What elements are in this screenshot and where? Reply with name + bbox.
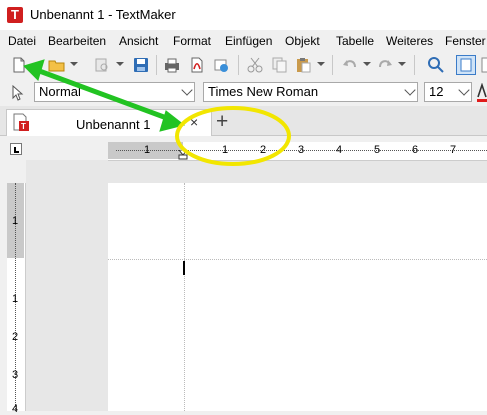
document-page[interactable]: [108, 183, 487, 411]
undo-dropdown-arrow[interactable]: [363, 62, 371, 66]
ruler-label: 3: [12, 369, 19, 381]
more-tools-icon[interactable]: [481, 56, 487, 74]
font-family-value: Times New Roman: [208, 84, 319, 99]
print-icon[interactable]: [163, 56, 181, 74]
textmaker-app-icon[interactable]: T: [7, 7, 23, 23]
ruler-label: 3: [298, 144, 305, 156]
ruler-label: 5: [374, 144, 381, 156]
toolbar-separator: [414, 55, 415, 75]
print-preview-icon[interactable]: [93, 56, 111, 74]
menu-weiteres[interactable]: Weiteres: [386, 34, 433, 48]
ruler-label: 6: [412, 144, 419, 156]
margin-guide: [108, 259, 487, 261]
paragraph-style-value: Normal: [39, 84, 81, 99]
app-icon-letter: T: [11, 7, 19, 22]
ruler-label: 1: [12, 293, 19, 305]
redo-dropdown-arrow[interactable]: [398, 62, 406, 66]
page-layout-icon[interactable]: [456, 55, 476, 75]
copy-icon[interactable]: [270, 56, 288, 74]
ruler-label: 1: [144, 144, 151, 156]
menu-tabelle[interactable]: Tabelle: [336, 34, 374, 48]
chevron-down-icon: [404, 84, 416, 96]
menu-datei[interactable]: Datei: [8, 34, 36, 48]
redo-icon[interactable]: [376, 56, 394, 74]
chevron-down-icon: [181, 84, 193, 96]
ruler-label: 1: [222, 144, 229, 156]
menu-einfuegen[interactable]: Einfügen: [225, 34, 272, 48]
menu-bearbeiten[interactable]: Bearbeiten: [48, 34, 106, 48]
toolbar-separator: [332, 55, 333, 75]
save-icon[interactable]: [132, 56, 150, 74]
paste-icon[interactable]: [294, 56, 312, 74]
vertical-ruler[interactable]: 1 1 2 3 4: [7, 183, 26, 415]
paste-dropdown-arrow[interactable]: [317, 62, 325, 66]
ruler-label: 4: [12, 403, 19, 415]
horizontal-ruler[interactable]: 1 1 2 3 4 5 6 7: [108, 142, 487, 161]
window-title: Unbenannt 1 - TextMaker: [30, 7, 176, 22]
toolbar-separator: [156, 55, 157, 75]
ruler-label: 2: [12, 331, 19, 343]
font-color-icon[interactable]: [477, 83, 487, 103]
font-size-value: 12: [429, 84, 444, 99]
undo-icon[interactable]: [341, 56, 359, 74]
ruler-label: 7: [450, 144, 457, 156]
new-document-icon[interactable]: [10, 56, 28, 74]
open-dropdown-arrow[interactable]: [70, 62, 78, 66]
ruler-label: 1: [12, 215, 19, 227]
toolbar-separator: [238, 55, 239, 75]
font-size-combo[interactable]: 12: [424, 82, 472, 102]
tab-close-button[interactable]: ×: [190, 114, 198, 130]
ruler-label: 2: [260, 144, 267, 156]
menu-format[interactable]: Format: [173, 34, 211, 48]
search-icon[interactable]: [427, 56, 445, 74]
tab-label: Unbenannt 1: [76, 117, 151, 132]
menu-fenster[interactable]: Fenster: [445, 34, 486, 48]
chevron-down-icon: [458, 84, 470, 96]
preview-dropdown-arrow[interactable]: [116, 62, 124, 66]
menu-ansicht[interactable]: Ansicht: [119, 34, 158, 48]
send-icon[interactable]: [212, 56, 230, 74]
pdf-export-icon[interactable]: [188, 56, 206, 74]
margin-guide: [184, 183, 186, 411]
open-folder-icon[interactable]: [48, 56, 66, 74]
menu-objekt[interactable]: Objekt: [285, 34, 320, 48]
tab-stop-selector[interactable]: [10, 143, 22, 155]
textmaker-document-icon: T: [13, 113, 29, 131]
svg-text:T: T: [21, 122, 26, 131]
text-cursor: [183, 261, 185, 275]
cut-icon[interactable]: [246, 56, 264, 74]
indent-marker-icon[interactable]: [178, 150, 188, 160]
pointer-mode-icon[interactable]: [12, 85, 24, 101]
paragraph-style-combo[interactable]: Normal: [34, 82, 195, 102]
font-family-combo[interactable]: Times New Roman: [203, 82, 418, 102]
ruler-label: 4: [336, 144, 343, 156]
new-tab-button[interactable]: +: [216, 110, 228, 134]
